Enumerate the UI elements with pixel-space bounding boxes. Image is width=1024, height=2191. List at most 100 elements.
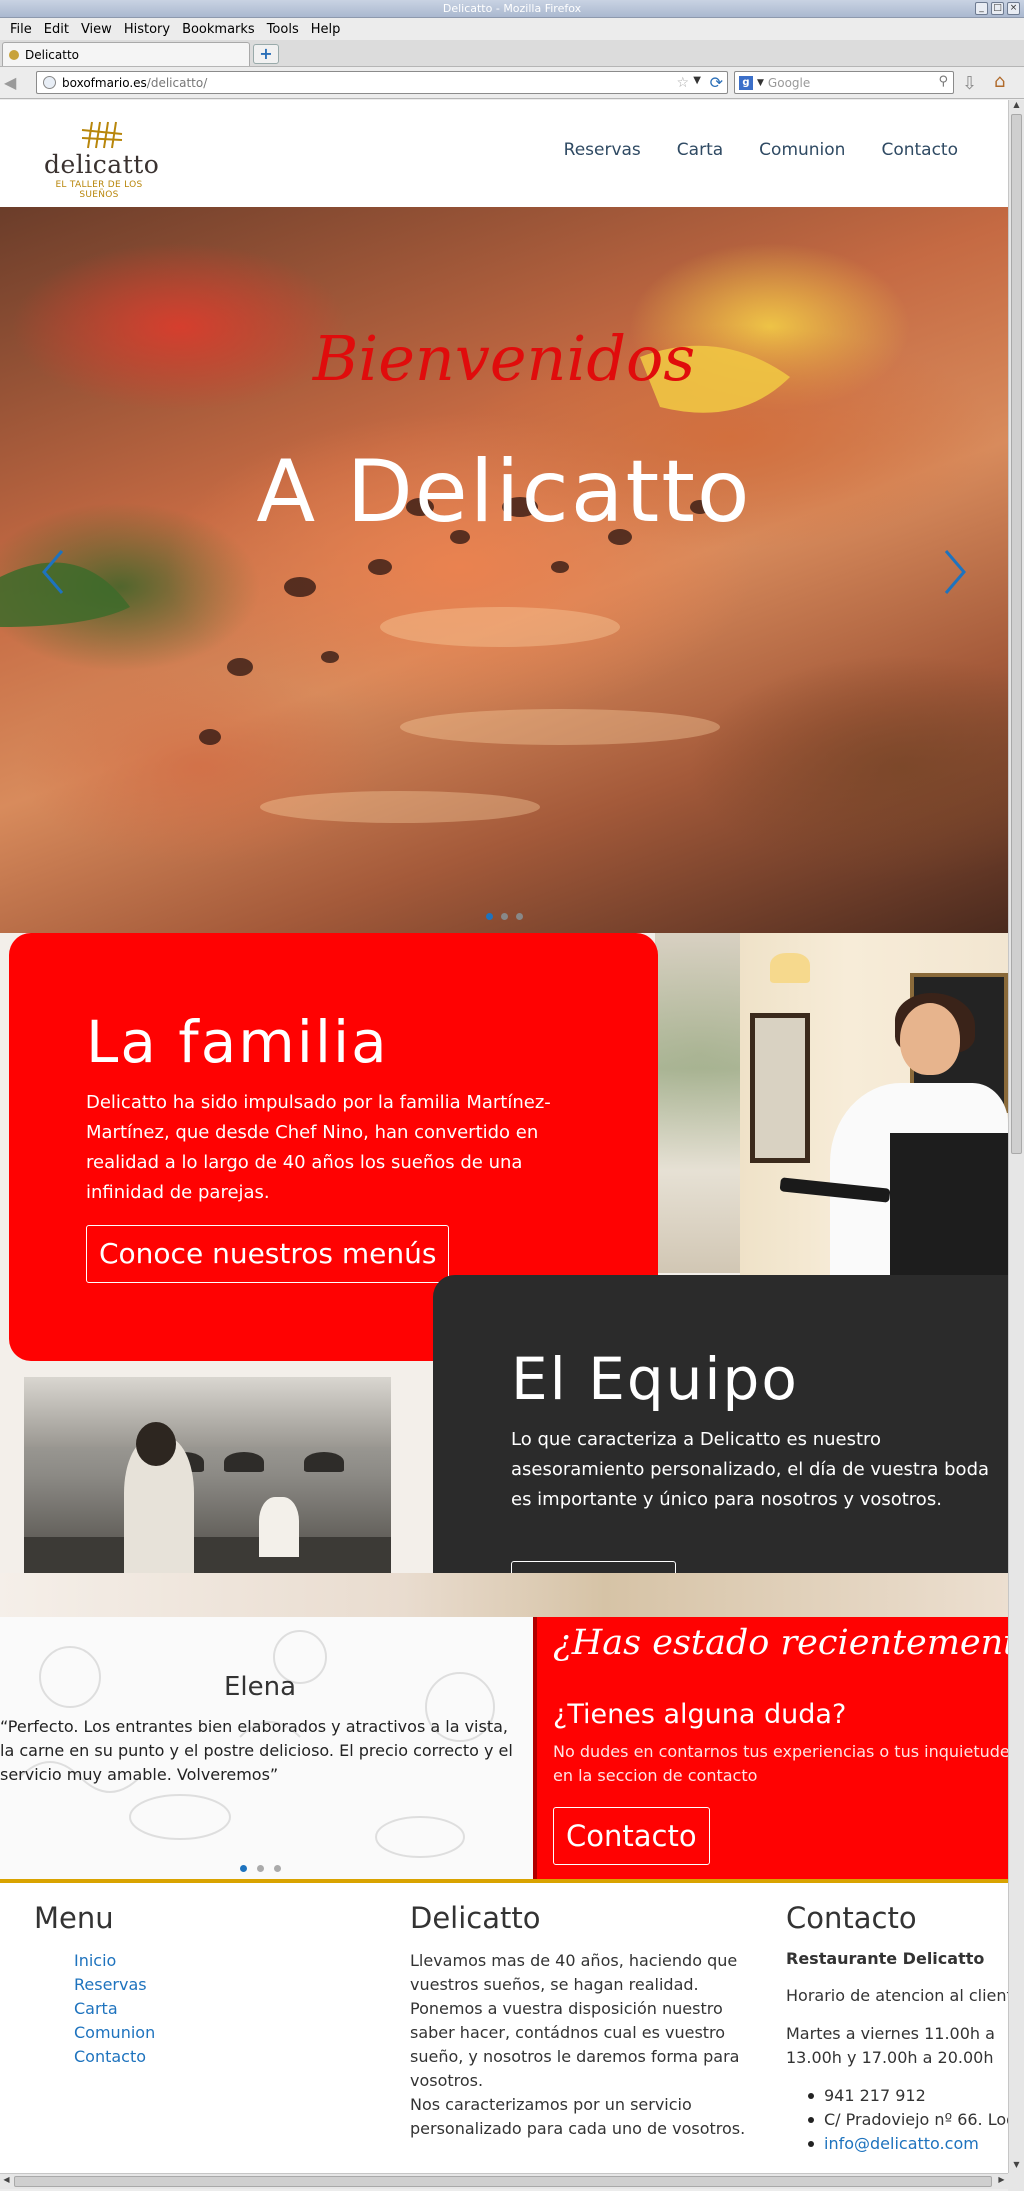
food-photo bbox=[655, 933, 740, 1273]
equipo-card: El Equipo Lo que caracteriza a Delicatto… bbox=[433, 1275, 1008, 1573]
footer-menu: Menu Inicio Reservas Carta Comunion Cont… bbox=[34, 1901, 155, 2069]
close-button[interactable]: × bbox=[1007, 2, 1020, 15]
vertical-scrollbar[interactable]: ▲ ▼ bbox=[1008, 100, 1024, 2173]
salmon-photo bbox=[0, 345, 790, 823]
nav-carta[interactable]: Carta bbox=[677, 140, 723, 160]
favicon-icon bbox=[9, 49, 19, 60]
footer-hours: Martes a viernes 11.00h a 13.00h y 17.00… bbox=[786, 2024, 995, 2067]
scroll-left-icon[interactable]: ◀ bbox=[0, 2175, 13, 2184]
waitress-photo bbox=[740, 933, 1008, 1275]
menu-file[interactable]: File bbox=[4, 22, 38, 37]
footer-address-text: C/ Pradoviejo nº 66. Logroño bbox=[824, 2110, 1008, 2129]
familia-heading: La familia bbox=[86, 1008, 389, 1076]
menu-edit[interactable]: Edit bbox=[38, 22, 75, 37]
contact-text: No dudes en contarnos tus experiencias o… bbox=[553, 1742, 1008, 1785]
footer-link-contacto[interactable]: Contacto bbox=[74, 2045, 155, 2069]
hero-dot-1[interactable] bbox=[485, 913, 493, 920]
page-viewport: delicatto EL TALLER DE LOS SUEÑOS Reserv… bbox=[0, 100, 1008, 2173]
title-bar: Delicatto - Mozilla Firefox _ □ × bbox=[0, 0, 1024, 18]
equipo-text: Lo que caracteriza a Delicatto es nuestr… bbox=[511, 1429, 990, 1510]
footer-contact-heading: Contacto bbox=[786, 1901, 917, 1935]
nav-reservas[interactable]: Reservas bbox=[564, 140, 641, 160]
contact-script-heading: ¿Has estado recientemente? bbox=[553, 1623, 1008, 1663]
search-icon[interactable]: ⚲ bbox=[938, 74, 948, 89]
footer-phone: 941 217 912 bbox=[808, 2084, 1008, 2108]
features-section: La familia Delicatto ha sido impulsado p… bbox=[0, 933, 1008, 1573]
menu-bar: File Edit View History Bookmarks Tools H… bbox=[0, 18, 1024, 40]
menu-help[interactable]: Help bbox=[305, 22, 347, 37]
new-tab-button[interactable]: + bbox=[253, 44, 279, 64]
hero-dot-3[interactable] bbox=[515, 913, 523, 920]
scroll-down-icon[interactable]: ▼ bbox=[1009, 2160, 1024, 2173]
carousel-next-arrow-icon[interactable] bbox=[940, 547, 970, 597]
engine-dropdown-icon[interactable]: ▼ bbox=[757, 78, 764, 88]
bookmark-star-icon[interactable]: ☆ bbox=[676, 75, 689, 91]
footer-link-carta[interactable]: Carta bbox=[74, 1997, 155, 2021]
menu-view[interactable]: View bbox=[75, 22, 118, 37]
footer-about-text-2: Nos caracterizamos por un servicio perso… bbox=[410, 2095, 746, 2138]
footer-link-inicio[interactable]: Inicio bbox=[74, 1949, 155, 1973]
hero-carousel: Bienvenidos A Delicatto bbox=[0, 207, 1008, 933]
fork-logo-icon bbox=[81, 121, 123, 149]
horizontal-scrollbar[interactable]: ◀ ▶ bbox=[0, 2173, 1008, 2189]
nav-comunion[interactable]: Comunion bbox=[759, 140, 845, 160]
menus-button[interactable]: Conoce nuestros menús bbox=[86, 1225, 450, 1283]
menu-tools[interactable]: Tools bbox=[261, 22, 305, 37]
navigation-bar: ◀ boxofmario.es/delicatto/ ☆ ▼ ⟳ g ▼ Goo… bbox=[0, 67, 1024, 99]
tab-delicatto[interactable]: Delicatto bbox=[2, 42, 250, 66]
equipo-heading: El Equipo bbox=[511, 1345, 799, 1413]
scroll-up-icon[interactable]: ▲ bbox=[1009, 100, 1024, 113]
familia-text: Delicatto ha sido impulsado por la famil… bbox=[86, 1092, 551, 1203]
maximize-button[interactable]: □ bbox=[991, 2, 1004, 15]
testimonial-name: Elena bbox=[223, 1672, 297, 1702]
tab-label: Delicatto bbox=[25, 47, 79, 62]
minimize-button[interactable]: _ bbox=[975, 2, 988, 15]
testimonial-dots bbox=[0, 1865, 520, 1872]
menu-bookmarks[interactable]: Bookmarks bbox=[176, 22, 261, 37]
hero-subtitle: Bienvenidos bbox=[312, 322, 696, 395]
main-nav: Reservas Carta Comunion Contacto bbox=[564, 140, 958, 160]
footer-email-link[interactable]: info@delicatto.com bbox=[824, 2134, 979, 2153]
footer-about-heading: Delicatto bbox=[410, 1901, 541, 1935]
hero-title: A Delicatto bbox=[256, 442, 752, 542]
food-banner-photo bbox=[0, 1573, 1008, 1617]
footer-contact: Contacto Restaurante Delicatto Horario d… bbox=[786, 1901, 1008, 2156]
footer-link-reservas[interactable]: Reservas bbox=[74, 1973, 155, 1997]
logo-wordmark: delicatto bbox=[44, 150, 160, 179]
testimonial-dot-1[interactable] bbox=[239, 1865, 247, 1872]
url-path: /delicatto/ bbox=[146, 75, 208, 90]
equipo-button[interactable] bbox=[511, 1561, 676, 1573]
footer-hours-label: Horario de atencion al cliente bbox=[786, 1986, 1008, 2005]
footer-menu-heading: Menu bbox=[34, 1901, 114, 1935]
tab-bar: Delicatto + bbox=[0, 40, 1024, 67]
menu-history[interactable]: History bbox=[118, 22, 176, 37]
carousel-prev-arrow-icon[interactable] bbox=[38, 547, 68, 597]
logo-tagline: EL TALLER DE LOS SUEÑOS bbox=[55, 180, 143, 200]
contacto-button[interactable]: Contacto bbox=[553, 1807, 710, 1865]
testimonial-dot-3[interactable] bbox=[273, 1865, 281, 1872]
globe-icon bbox=[43, 76, 56, 89]
contact-question: ¿Tienes alguna duda? bbox=[553, 1699, 847, 1730]
horizontal-scroll-thumb[interactable] bbox=[14, 2176, 992, 2187]
footer-about: Delicatto Llevamos mas de 40 años, hacie… bbox=[410, 1901, 760, 2141]
vertical-scroll-thumb[interactable] bbox=[1011, 114, 1022, 1154]
download-arrow-icon[interactable]: ⇩ bbox=[962, 73, 977, 94]
footer-link-comunion[interactable]: Comunion bbox=[74, 2021, 155, 2045]
url-bar[interactable]: boxofmario.es/delicatto/ ☆ ▼ ⟳ bbox=[36, 71, 728, 94]
hero-dot-2[interactable] bbox=[500, 913, 508, 920]
nav-contacto[interactable]: Contacto bbox=[881, 140, 958, 160]
history-dropdown-icon[interactable]: ▼ bbox=[693, 75, 701, 86]
window-title: Delicatto - Mozilla Firefox bbox=[442, 2, 582, 15]
site-logo[interactable]: delicatto EL TALLER DE LOS SUEÑOS bbox=[44, 120, 160, 200]
google-engine-icon[interactable]: g bbox=[739, 75, 753, 90]
footer-email[interactable]: info@delicatto.com bbox=[808, 2132, 1008, 2156]
testimonial-quote: “Perfecto. Los entrantes bien elaborados… bbox=[0, 1717, 513, 1784]
home-icon[interactable]: ⌂ bbox=[994, 71, 1005, 92]
reload-icon[interactable]: ⟳ bbox=[710, 73, 723, 92]
search-bar[interactable]: g ▼ Google ⚲ bbox=[734, 71, 954, 94]
scroll-right-icon[interactable]: ▶ bbox=[995, 2175, 1008, 2184]
back-arrow-icon[interactable]: ◀ bbox=[4, 73, 30, 93]
footer-phone-text: 941 217 912 bbox=[824, 2086, 926, 2105]
footer-address: C/ Pradoviejo nº 66. Logroño bbox=[808, 2108, 1008, 2132]
testimonial-dot-2[interactable] bbox=[256, 1865, 264, 1872]
